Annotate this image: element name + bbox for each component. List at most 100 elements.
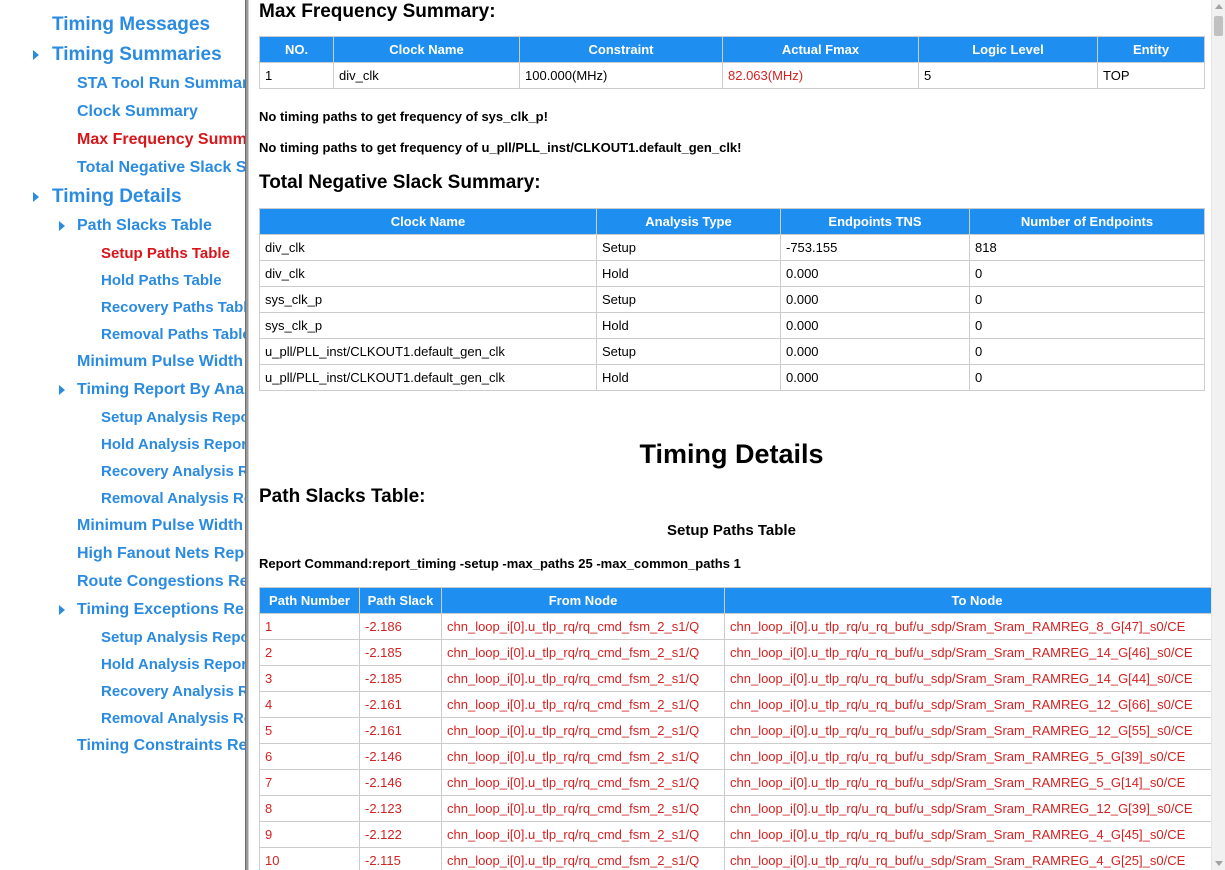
table-cell: chn_loop_i[0].u_tlp_rq/rq_cmd_fsm_2_s1/Q (441, 769, 725, 796)
column-header: Clock Name (333, 36, 520, 63)
frame-splitter[interactable] (245, 0, 249, 870)
sidebar-item-max-frequency-summary[interactable]: Max Frequency Summary (77, 131, 245, 149)
table-row: 9 -2.122 chn_loop_i[0].u_tlp_rq/rq_cmd_fsm… (259, 821, 1211, 848)
table-cell: -2.161 (359, 691, 442, 718)
table-cell: chn_loop_i[0].u_tlp_rq/u_rq_buf/u_sdp/Sr… (724, 743, 1211, 770)
table-row: 7 -2.146 chn_loop_i[0].u_tlp_rq/rq_cmd_fsm… (259, 769, 1211, 796)
scrollbar-thumb[interactable] (1214, 16, 1223, 36)
table-cell: div_clk (259, 260, 597, 287)
table-cell: chn_loop_i[0].u_tlp_rq/u_rq_buf/u_sdp/Sr… (724, 847, 1211, 870)
table-row: div_clk Hold 0.000 0 (259, 260, 1205, 287)
table-cell: 8 (259, 795, 360, 822)
sidebar-item-removal-paths-table[interactable]: Removal Paths Table (101, 326, 245, 343)
table-row: 1 div_clk 100.000(MHz) 82.063(MHz) 5 TOP (259, 62, 1205, 89)
caret-right-icon[interactable] (59, 385, 65, 395)
table-cell: 3 (259, 665, 360, 692)
column-header: Path Number (259, 587, 360, 614)
sidebar-item-timing-exceptions-report[interactable]: Timing Exceptions Report (77, 601, 245, 619)
table-cell: 0.000 (780, 286, 970, 313)
table-cell: 0 (969, 364, 1205, 391)
caret-right-icon[interactable] (59, 221, 65, 231)
table-cell: 0 (969, 338, 1205, 365)
table-cell: 0 (969, 312, 1205, 339)
sidebar-item-removal-analysis-report[interactable]: Removal Analysis Report (101, 490, 245, 507)
sidebar-item-minimum-pulse-width-table[interactable]: Minimum Pulse Width Table (77, 353, 245, 371)
timing-details-heading: Timing Details (639, 439, 824, 469)
table-row: 3 -2.185 chn_loop_i[0].u_tlp_rq/rq_cmd_fsm… (259, 665, 1211, 692)
sidebar-item-exceptions-setup-analysis-report[interactable]: Setup Analysis Report (101, 629, 245, 646)
report-command: Report Command:report_timing -setup -max… (259, 556, 741, 571)
path-slacks-table-heading: Path Slacks Table: (259, 486, 426, 507)
column-header: Actual Fmax (722, 36, 919, 63)
no-paths-note: No timing paths to get frequency of sys_… (259, 109, 548, 124)
table-cell: 10 (259, 847, 360, 870)
table-row: u_pll/PLL_inst/CLKOUT1.default_gen_clk Ho… (259, 364, 1205, 391)
column-header: Endpoints TNS (780, 208, 970, 235)
setup-paths-table-title: Setup Paths Table (667, 522, 796, 539)
sidebar-item-hold-paths-table[interactable]: Hold Paths Table (101, 272, 222, 289)
sidebar-item-high-fanout-nets-report[interactable]: High Fanout Nets Report (77, 545, 245, 563)
table-row: 4 -2.161 chn_loop_i[0].u_tlp_rq/rq_cmd_fsm… (259, 691, 1211, 718)
sidebar-item-path-slacks-table[interactable]: Path Slacks Table (77, 217, 212, 235)
sidebar-item-timing-summaries[interactable]: Timing Summaries (52, 44, 222, 66)
table-cell: chn_loop_i[0].u_tlp_rq/u_rq_buf/u_sdp/Sr… (724, 795, 1211, 822)
table-header-row: Clock Name Analysis Type Endpoints TNS N… (259, 208, 1205, 235)
table-cell: Hold (596, 364, 781, 391)
sidebar-item-recovery-paths-table[interactable]: Recovery Paths Table (101, 299, 245, 316)
table-row: sys_clk_p Hold 0.000 0 (259, 312, 1205, 339)
table-cell: -2.185 (359, 665, 442, 692)
table-cell: Setup (596, 338, 781, 365)
table-cell: 6 (259, 743, 360, 770)
sidebar-item-clock-summary[interactable]: Clock Summary (77, 103, 198, 121)
sidebar-item-hold-analysis-report[interactable]: Hold Analysis Report (101, 436, 245, 453)
table-cell: -2.161 (359, 717, 442, 744)
sidebar-item-exceptions-removal-analysis-report[interactable]: Removal Analysis Report (101, 710, 245, 727)
max-frequency-summary-heading: Max Frequency Summary: (259, 1, 496, 22)
sidebar-item-route-congestions-report[interactable]: Route Congestions Report (77, 573, 245, 591)
column-header: Analysis Type (596, 208, 781, 235)
scroll-down-arrow-icon[interactable] (1215, 861, 1223, 866)
sidebar-item-timing-constraints-report[interactable]: Timing Constraints Report (77, 737, 245, 755)
setup-paths-table: Path Number Path Slack From Node To Node… (259, 587, 1211, 870)
table-cell: chn_loop_i[0].u_tlp_rq/u_rq_buf/u_sdp/Sr… (724, 821, 1211, 848)
max-frequency-table: NO. Clock Name Constraint Actual Fmax Lo… (259, 36, 1205, 89)
table-cell: u_pll/PLL_inst/CLKOUT1.default_gen_clk (259, 338, 597, 365)
table-cell: 2 (259, 639, 360, 666)
column-header: Logic Level (918, 36, 1098, 63)
sidebar-item-minimum-pulse-width-report[interactable]: Minimum Pulse Width Report (77, 517, 245, 535)
table-cell: 0.000 (780, 260, 970, 287)
sidebar-item-exceptions-hold-analysis-report[interactable]: Hold Analysis Report (101, 656, 245, 673)
sidebar-nav: Timing Messages Timing Summaries STA Too… (0, 0, 245, 870)
table-row: sys_clk_p Setup 0.000 0 (259, 286, 1205, 313)
sidebar-item-timing-report-by-analysis-type[interactable]: Timing Report By Analysis Type (77, 381, 245, 399)
table-cell: 4 (259, 691, 360, 718)
table-cell: u_pll/PLL_inst/CLKOUT1.default_gen_clk (259, 364, 597, 391)
sidebar-item-setup-analysis-report[interactable]: Setup Analysis Report (101, 409, 245, 426)
caret-right-icon[interactable] (33, 50, 39, 60)
report-content: Max Frequency Summary: NO. Clock Name Co… (250, 0, 1211, 870)
sidebar-item-total-negative-slack-summary[interactable]: Total Negative Slack Summary (77, 159, 245, 177)
vertical-scrollbar[interactable] (1211, 0, 1225, 870)
table-cell: div_clk (333, 62, 520, 89)
column-header: Number of Endpoints (969, 208, 1205, 235)
column-header: Clock Name (259, 208, 597, 235)
table-cell: chn_loop_i[0].u_tlp_rq/rq_cmd_fsm_2_s1/Q (441, 665, 725, 692)
caret-right-icon[interactable] (59, 605, 65, 615)
sidebar-item-exceptions-recovery-analysis-report[interactable]: Recovery Analysis Report (101, 683, 245, 700)
actual-fmax-cell: 82.063(MHz) (722, 62, 919, 89)
sidebar-item-sta-tool-run-summary[interactable]: STA Tool Run Summary (77, 75, 245, 93)
table-row: u_pll/PLL_inst/CLKOUT1.default_gen_clk Se… (259, 338, 1205, 365)
table-cell: div_clk (259, 234, 597, 261)
table-cell: 0.000 (780, 312, 970, 339)
sidebar-item-timing-details[interactable]: Timing Details (52, 186, 182, 208)
caret-right-icon[interactable] (33, 192, 39, 202)
sidebar-item-timing-messages[interactable]: Timing Messages (52, 14, 210, 36)
table-cell: 0.000 (780, 338, 970, 365)
table-cell: -2.115 (359, 847, 442, 870)
scroll-up-arrow-icon[interactable] (1215, 4, 1223, 9)
table-cell: chn_loop_i[0].u_tlp_rq/u_rq_buf/u_sdp/Sr… (724, 639, 1211, 666)
column-header: To Node (724, 587, 1211, 614)
sidebar-item-setup-paths-table[interactable]: Setup Paths Table (101, 245, 230, 262)
table-header-row: Path Number Path Slack From Node To Node (259, 587, 1211, 614)
sidebar-item-recovery-analysis-report[interactable]: Recovery Analysis Report (101, 463, 245, 480)
